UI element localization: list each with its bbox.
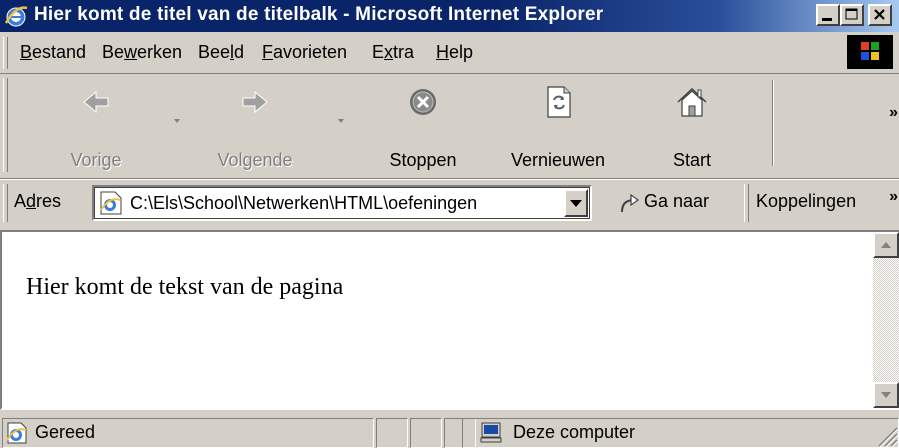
home-button[interactable]: Start [652,78,732,172]
status-lock-panel [410,418,442,448]
status-bar: Gereed Deze computer [0,412,899,448]
menu-extra[interactable]: Extra [372,42,414,63]
toolbar-overflow-chevron[interactable]: » [889,104,898,122]
scroll-up-button[interactable] [873,232,899,258]
back-label: Vorige [70,150,122,170]
ie-page-icon [100,191,122,215]
back-arrow-icon [83,90,109,114]
menu-bewerken[interactable]: Bewerken [102,42,182,63]
internet-explorer-icon[interactable] [3,3,29,29]
forward-dropdown-icon[interactable] [336,118,346,124]
home-label: Start [672,150,711,170]
home-icon [677,87,707,117]
minimize-icon [822,18,832,21]
menu-beeld[interactable]: Beeld [198,42,244,63]
standard-toolbar: Vorige Volgende Stoppen Vernieuwen Start… [0,74,899,178]
status-text: Gereed [35,422,96,442]
window-title: Hier komt de titel van de titelbalk - Mi… [34,4,604,25]
links-grip[interactable] [744,184,749,222]
maximize-button[interactable] [840,4,864,26]
go-button[interactable]: Ga naar [614,186,734,220]
security-zone-text: Deze computer [513,422,636,442]
go-arrow-icon [621,193,640,213]
scroll-down-button[interactable] [873,382,899,408]
back-button[interactable]: Vorige [46,78,146,172]
status-progress-panel [376,418,408,448]
ie-window: Hier komt de titel van de titelbalk - Mi… [0,0,899,448]
address-combobox[interactable] [92,185,592,221]
address-label: Adres [14,191,62,211]
menu-bar-grip[interactable] [3,37,8,69]
windows-logo-throbber [847,35,893,69]
menu-help[interactable]: Help [436,42,473,63]
scroll-down-icon [881,392,891,398]
ie-status-icon [6,422,27,444]
forward-arrow-icon [242,90,268,114]
maximize-icon [845,8,858,20]
go-label: Ga naar [644,191,710,211]
chevron-down-icon [570,200,582,207]
vertical-scrollbar[interactable] [873,232,899,408]
page-content-area[interactable]: Hier komt de tekst van de pagina [0,230,899,410]
refresh-button[interactable]: Vernieuwen [494,78,622,172]
resize-grip-icon[interactable] [873,422,899,448]
status-panel: Gereed [2,418,374,448]
forward-label: Volgende [217,150,293,170]
windows-flag-icon [861,42,879,60]
close-button[interactable] [868,4,892,26]
menu-bar: Bestand Bewerken Beeld Favorieten Extra … [0,33,899,73]
refresh-page-icon [547,86,571,118]
close-icon [874,9,885,20]
address-dropdown-button[interactable] [564,189,588,217]
title-bar[interactable]: Hier komt de titel van de titelbalk - Mi… [0,0,899,32]
links-overflow-chevron[interactable]: » [889,188,898,206]
page-body-text: Hier komt de tekst van de pagina [26,274,344,300]
toolbar-grip[interactable] [3,78,8,172]
refresh-label: Vernieuwen [510,150,606,170]
minimize-button[interactable] [816,4,840,26]
computer-icon [480,422,502,443]
back-dropdown-icon[interactable] [172,118,182,124]
address-bar: Adres Ga naar Koppelingen » [0,180,899,226]
forward-button[interactable]: Volgende [200,78,310,172]
toolbar-separator [772,80,774,166]
menu-bestand[interactable]: Bestand [20,42,86,63]
stop-button[interactable]: Stoppen [370,78,476,172]
status-zone-panel: Deze computer [462,418,899,448]
scroll-up-icon [881,242,891,248]
stop-label: Stoppen [389,150,457,170]
menu-favorieten[interactable]: Favorieten [262,42,347,63]
links-button[interactable]: Koppelingen [756,191,856,212]
address-bar-grip[interactable] [3,184,8,222]
address-input[interactable] [130,191,550,215]
stop-icon [410,89,436,115]
